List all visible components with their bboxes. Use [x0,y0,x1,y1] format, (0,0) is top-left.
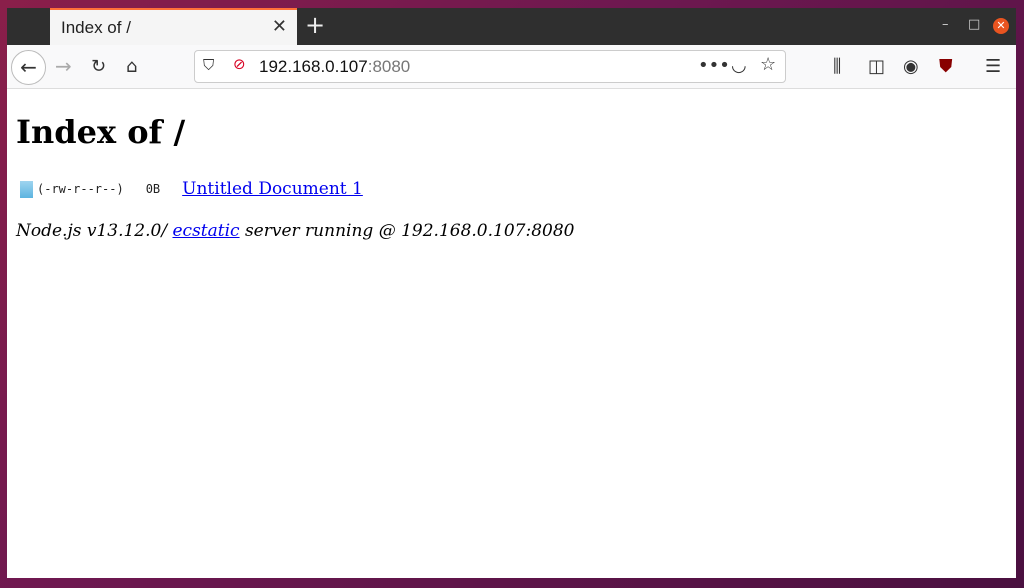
shield-icon[interactable]: ⛉ [203,56,214,74]
url-host: 192.168.0.107 [259,57,368,76]
new-tab-button[interactable]: + [305,11,325,39]
library-icon[interactable]: ⫼ [833,56,841,77]
menu-icon[interactable]: ☰ [985,56,1001,77]
home-button[interactable]: ⌂ [126,56,137,77]
file-row: (-rw-r--r--) 0B Untitled Document 1 [16,179,1007,199]
footer-prefix: Node.js v13.12.0/ [16,221,173,241]
url-port: :8080 [367,57,411,76]
minimize-button[interactable]: – [942,17,949,32]
url-bar[interactable]: ⛉ ⊘ 192.168.0.107:8080 ••• ◡ ☆ [194,50,786,83]
forward-button[interactable]: → [55,54,72,78]
more-actions-icon[interactable]: ••• [698,55,730,76]
back-button[interactable]: ← [11,50,46,85]
ecstatic-link[interactable]: ecstatic [172,221,239,241]
tab-title: Index of / [61,18,131,37]
footer-suffix: server running @ 192.168.0.107:8080 [239,221,575,241]
bookmark-star-icon[interactable]: ☆ [760,54,776,75]
file-icon [20,180,33,198]
account-icon[interactable]: ◉ [903,56,919,77]
sidebar-icon[interactable]: ◫ [868,56,885,77]
close-window-button[interactable]: ✕ [993,18,1009,34]
tab-bar: Index of / ✕ + – □ ✕ [7,8,1016,45]
tab-index[interactable]: Index of / ✕ [50,8,297,45]
close-tab-icon[interactable]: ✕ [272,16,287,37]
browser-window: Index of / ✕ + – □ ✕ ← → ↻ ⌂ ⛉ ⊘ 192.168… [7,8,1016,578]
server-footer: Node.js v13.12.0/ ecstatic server runnin… [16,221,1007,241]
page-title: Index of / [16,113,186,151]
file-permissions: (-rw-r--r--) [37,182,124,196]
insecure-lock-icon[interactable]: ⊘ [233,55,246,73]
pocket-icon[interactable]: ◡ [731,55,747,76]
file-link[interactable]: Untitled Document 1 [182,179,363,199]
nav-toolbar: ← → ↻ ⌂ ⛉ ⊘ 192.168.0.107:8080 ••• ◡ ☆ ⫼… [7,45,1016,89]
file-size: 0B [145,182,161,196]
page-content: Index of / (-rw-r--r--) 0B Untitled Docu… [7,89,1016,263]
reload-button[interactable]: ↻ [91,56,106,77]
maximize-button[interactable]: □ [968,17,980,32]
ublock-icon[interactable]: ⛊ [939,56,953,77]
